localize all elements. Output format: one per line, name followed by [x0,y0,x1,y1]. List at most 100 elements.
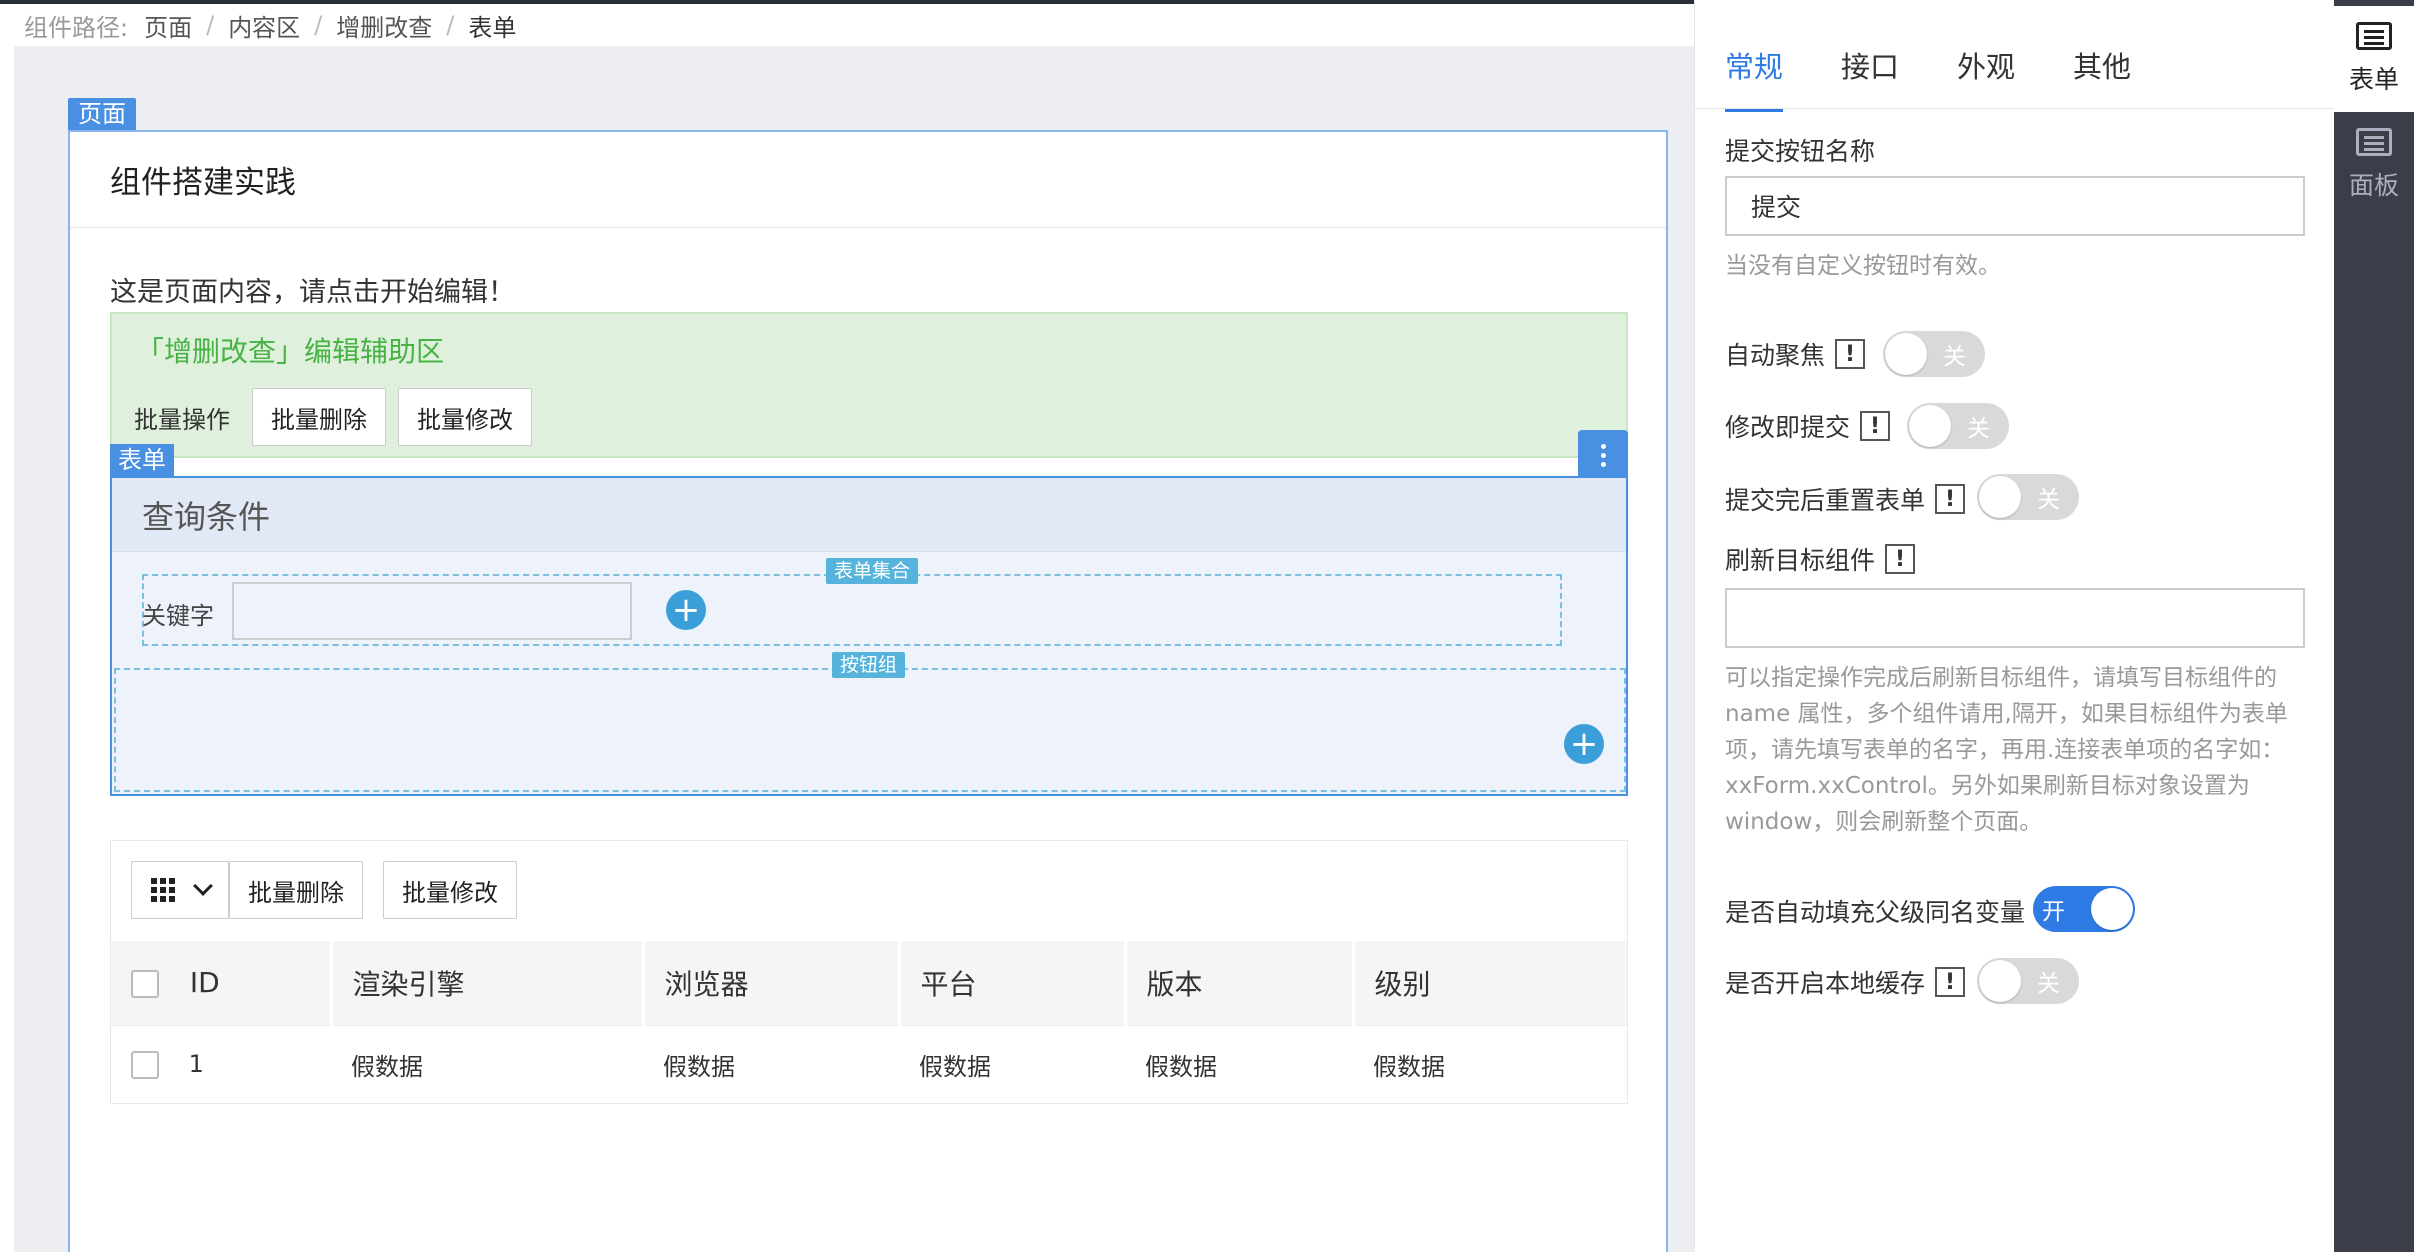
submit-on-change-label: 修改即提交 [1725,413,1851,442]
page-tag[interactable]: 页面 [68,98,136,130]
reload-target-field: 刷新目标组件 ! [1725,541,1916,577]
tab-appearance[interactable]: 外观 [1957,44,2015,112]
info-icon[interactable]: ! [1935,484,1966,514]
breadcrumb-item-form[interactable]: 表单 [468,8,516,43]
table-header-browser[interactable]: 浏览器 [643,941,901,1025]
toggle-knob [1979,476,2021,518]
form-collection-tag[interactable]: 表单集合 [826,558,919,584]
batch-edit-button[interactable]: 批量修改 [383,861,517,919]
column-toggle-button[interactable] [131,861,229,919]
toggle-state: 开 [2042,899,2065,925]
reload-target-input[interactable] [1725,588,2305,648]
page-intro-text[interactable]: 这是页面内容，请点击开始编辑！ [110,270,515,309]
reset-after-submit-label: 提交完后重置表单 [1725,486,1926,515]
table-header-grade[interactable]: 级别 [1353,941,1627,1025]
table-row[interactable]: 1 假数据 假数据 假数据 假数据 假数据 [111,1024,1627,1103]
keyword-input[interactable] [232,582,632,640]
form-icon [2356,22,2392,50]
toggle-knob [2091,888,2133,930]
more-vertical-icon [1600,442,1606,469]
local-cache-label: 是否开启本地缓存 [1725,969,1926,998]
assist-batch-edit-button[interactable]: 批量修改 [398,388,532,446]
table-header-engine[interactable]: 渲染引擎 [331,941,645,1025]
button-group-region[interactable] [114,668,1626,792]
crud-assist-area[interactable]: 「增删改查」编辑辅助区 批量操作 批量删除 批量修改 [110,312,1628,458]
breadcrumb-separator: / [206,11,215,39]
sidebar-item-form[interactable]: 表单 [2334,6,2414,112]
form-more-menu-button[interactable] [1578,430,1628,480]
submit-on-change-toggle[interactable]: 关 [1907,403,2009,449]
autofocus-toggle[interactable]: 关 [1883,331,1985,377]
select-all-checkbox[interactable] [131,970,159,999]
table-header-label: ID [189,966,220,1000]
tabs-divider [1695,108,2335,109]
query-form[interactable]: 查询条件 表单集合 关键字 + 按钮组 + [110,476,1628,796]
tab-api[interactable]: 接口 [1841,44,1899,112]
grid-icon [150,878,175,902]
autofocus-field: 自动聚焦 ! [1725,336,1866,372]
auto-fill-toggle[interactable]: 开 [2033,886,2135,932]
reset-after-submit-field: 提交完后重置表单 ! [1725,481,1966,517]
tab-general[interactable]: 常规 [1725,44,1784,112]
breadcrumb-separator: / [446,11,455,39]
reset-after-submit-toggle[interactable]: 关 [1977,474,2079,520]
crud-list: 批量删除 批量修改 ID 渲染引擎 浏览器 平台 版本 级别 1 假数据 假数据… [110,840,1628,1104]
table-cell-id: 1 [111,1024,331,1103]
crud-assist-title: 「增删改查」编辑辅助区 [136,335,445,368]
data-table: ID 渲染引擎 浏览器 平台 版本 级别 1 假数据 假数据 假数据 假数据 假… [111,941,1627,1103]
table-header-row: ID 渲染引擎 浏览器 平台 版本 级别 [111,941,1627,1025]
table-cell-text: 1 [188,1049,204,1078]
submit-on-change-field: 修改即提交 ! [1725,408,1891,444]
table-header-platform[interactable]: 平台 [899,941,1127,1025]
submit-name-input[interactable]: 提交 [1725,176,2305,236]
chevron-down-icon [192,876,213,896]
form-tag[interactable]: 表单 [110,444,174,476]
page-title: 组件搭建实践 [70,132,1666,228]
batch-actions-label: 批量操作 [134,405,230,434]
sidebar-item-label: 表单 [2348,65,2399,94]
add-button-button[interactable]: + [1564,724,1604,764]
breadcrumb-separator: / [314,11,323,39]
button-group-tag[interactable]: 按钮组 [832,652,906,678]
breadcrumb-item-crud[interactable]: 增删改查 [336,8,432,43]
table-header-id: ID [111,941,333,1025]
table-cell: 假数据 [1125,1024,1353,1103]
assist-batch-delete-button[interactable]: 批量删除 [252,388,386,446]
info-icon[interactable]: ! [1835,339,1866,369]
autofocus-label: 自动聚焦 [1725,341,1826,370]
toggle-state: 关 [1967,416,1990,442]
toggle-knob [1885,333,1927,375]
sidebar-item-panel[interactable]: 面板 [2334,112,2414,218]
batch-actions: 批量操作 批量删除 批量修改 [134,388,544,446]
table-header-version[interactable]: 版本 [1125,941,1355,1025]
info-icon[interactable]: ! [1885,544,1916,574]
tab-other[interactable]: 其他 [2073,44,2131,112]
keyword-label: 关键字 [142,602,214,630]
config-tabs: 常规 接口 外观 其他 [1725,44,2189,112]
toggle-state: 关 [1943,344,1966,370]
info-icon[interactable]: ! [1935,967,1966,997]
breadcrumb: 组件路径: 页面 / 内容区 / 增删改查 / 表单 [0,4,1694,46]
batch-delete-button[interactable]: 批量删除 [229,861,363,919]
config-panel: 常规 接口 外观 其他 提交按钮名称 提交 当没有自定义按钮时有效。 自动聚焦 … [1694,0,2335,1252]
toggle-knob [1979,960,2021,1002]
editor-canvas: 页面 组件搭建实践 这是页面内容，请点击开始编辑！ 「增删改查」编辑辅助区 批量… [14,46,1694,1252]
list-toolbar: 批量删除 批量修改 [131,861,537,919]
reload-target-label: 刷新目标组件 [1725,546,1876,575]
info-icon[interactable]: ! [1860,411,1891,441]
page-component[interactable]: 组件搭建实践 这是页面内容，请点击开始编辑！ 「增删改查」编辑辅助区 批量操作 … [68,130,1668,1252]
breadcrumb-item-content[interactable]: 内容区 [228,8,300,43]
table-cell: 假数据 [643,1024,899,1103]
toggle-state: 关 [2037,487,2060,513]
row-checkbox[interactable] [131,1050,159,1079]
right-sidebar: 表单 面板 [2334,0,2414,1252]
local-cache-toggle[interactable]: 关 [1977,958,2079,1004]
query-form-title: 查询条件 [112,478,1626,552]
toggle-knob [1909,405,1951,447]
panel-icon [2356,128,2392,156]
submit-name-label: 提交按钮名称 [1725,137,1876,166]
breadcrumb-item-page[interactable]: 页面 [144,8,192,43]
breadcrumb-label: 组件路径: [24,13,129,42]
table-cell: 假数据 [899,1024,1125,1103]
add-form-item-button[interactable]: + [666,590,706,630]
